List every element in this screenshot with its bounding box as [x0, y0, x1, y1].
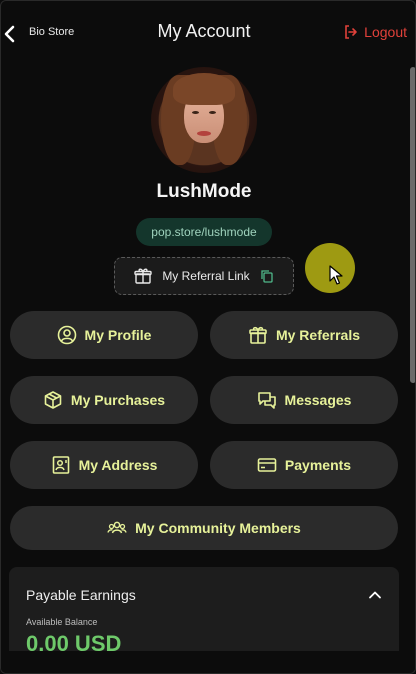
logout-button[interactable]: Logout	[344, 24, 407, 40]
my-profile-button[interactable]: My Profile	[10, 311, 198, 359]
account-screen: Bio Store My Account Logout LushMode pop…	[0, 0, 416, 674]
referral-link-button[interactable]: My Referral Link	[114, 257, 294, 295]
payments-label: Payments	[284, 457, 352, 473]
address-book-icon	[52, 456, 69, 474]
my-address-button[interactable]: My Address	[10, 441, 198, 489]
payments-button[interactable]: Payments	[210, 441, 398, 489]
cursor-icon	[329, 265, 343, 285]
chevron-up-icon[interactable]	[367, 587, 383, 603]
store-link[interactable]: pop.store/lushmode	[136, 218, 272, 246]
messages-button[interactable]: Messages	[210, 376, 398, 424]
credit-card-icon	[257, 458, 277, 472]
messages-label: Messages	[284, 392, 352, 408]
users-icon	[107, 521, 127, 534]
my-referrals-button[interactable]: My Referrals	[210, 311, 398, 359]
avatar	[151, 67, 257, 173]
user-circle-icon	[57, 325, 76, 345]
available-balance-label: Available Balance	[26, 617, 98, 627]
header: Bio Store My Account Logout	[1, 1, 415, 65]
community-members-button[interactable]: My Community Members	[10, 506, 398, 550]
username: LushMode	[156, 181, 252, 202]
box-icon	[44, 391, 62, 409]
my-purchases-label: My Purchases	[70, 392, 166, 408]
community-members-label: My Community Members	[135, 520, 301, 536]
copy-icon[interactable]	[260, 269, 274, 283]
gift-icon	[134, 268, 153, 284]
my-referrals-label: My Referrals	[275, 327, 361, 343]
bottom-edge	[1, 651, 415, 673]
my-purchases-button[interactable]: My Purchases	[10, 376, 198, 424]
referral-label: My Referral Link	[162, 269, 250, 283]
logout-icon	[345, 25, 357, 39]
my-profile-label: My Profile	[84, 327, 152, 343]
gift-icon	[249, 326, 267, 344]
earnings-title: Payable Earnings	[26, 587, 136, 603]
logout-label: Logout	[364, 24, 407, 40]
my-address-label: My Address	[78, 457, 158, 473]
scrollbar[interactable]	[410, 67, 415, 383]
chat-icon	[257, 392, 276, 409]
